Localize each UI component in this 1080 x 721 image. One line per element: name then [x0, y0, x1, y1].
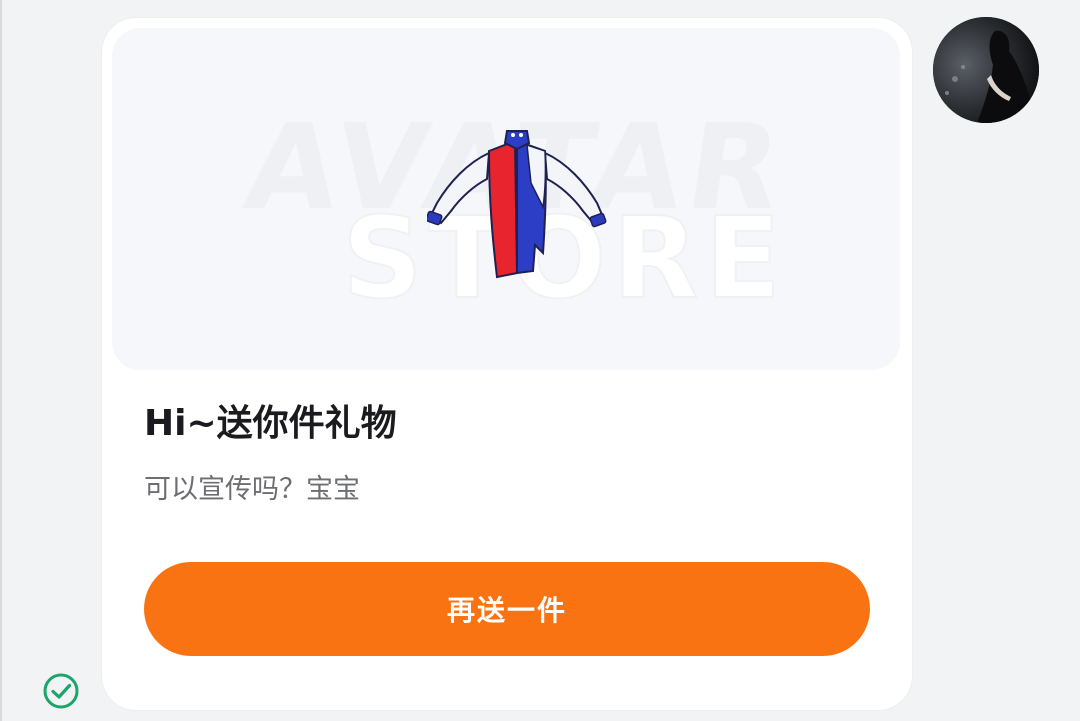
- gift-message-card[interactable]: AVATAR STORE Hi~送你件礼物 可以宣传吗？宝宝 再送一件: [102, 18, 912, 710]
- jacket-icon: [427, 130, 607, 279]
- card-title: Hi~送你件礼物: [144, 403, 397, 444]
- user-avatar[interactable]: [933, 17, 1039, 123]
- send-again-button[interactable]: 再送一件: [144, 562, 870, 656]
- left-divider: [0, 0, 2, 721]
- card-subtitle: 可以宣传吗？宝宝: [144, 474, 360, 505]
- avatar-image: [933, 17, 1039, 123]
- gift-image[interactable]: AVATAR STORE: [112, 28, 900, 370]
- check-circle-icon: [43, 673, 79, 709]
